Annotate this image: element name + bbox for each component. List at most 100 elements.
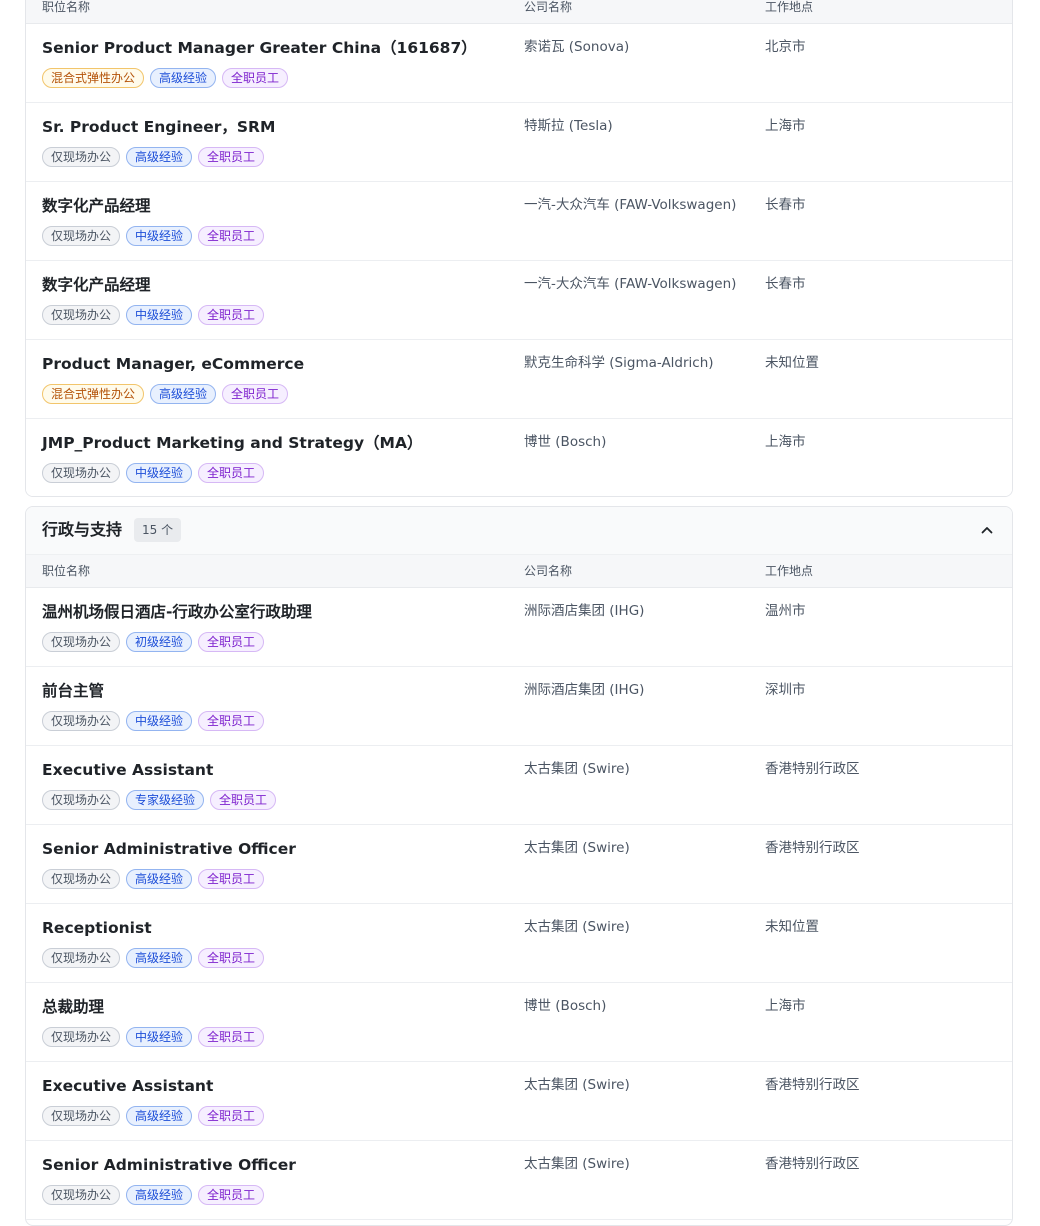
column-company-header: 公司名称 (524, 564, 573, 578)
job-title[interactable]: JMP_Product Marketing and Strategy（MA） (42, 433, 422, 453)
job-row[interactable]: Sr. Product Engineer，SRM 仅现场办公 高级经验 全职员工… (26, 103, 1012, 182)
experience-tag: 高级经验 (126, 147, 193, 167)
job-title[interactable]: 总裁助理 (42, 997, 104, 1017)
work-mode-tag: 仅现场办公 (42, 226, 121, 246)
experience-tag: 高级经验 (126, 1185, 193, 1205)
job-location: 香港特别行政区 (765, 1156, 860, 1172)
job-group-card-admin: 行政与支持 15 个 职位名称 公司名称 工作地点 温州机场假日酒店-行政办公室… (25, 506, 1013, 1226)
job-title[interactable]: Executive Assistant (42, 760, 213, 780)
job-location: 未知位置 (765, 919, 819, 935)
work-mode-tag: 仅现场办公 (42, 632, 121, 652)
employment-type-tag: 全职员工 (198, 1027, 265, 1047)
job-row[interactable]: Executive Assistant 仅现场办公 专家级经验 全职员工 太古集… (26, 746, 1012, 825)
collapse-button[interactable] (978, 521, 996, 539)
column-location-header: 工作地点 (765, 564, 814, 578)
company-name: 洲际酒店集团 (IHG) (524, 603, 645, 619)
employment-type-tag: 全职员工 (198, 1106, 265, 1126)
job-tags: 仅现场办公 高级经验 全职员工 (42, 869, 265, 889)
company-name: 索诺瓦 (Sonova) (524, 39, 630, 55)
company-name: 太古集团 (Swire) (524, 761, 630, 777)
company-name: 太古集团 (Swire) (524, 1156, 630, 1172)
job-location: 长春市 (765, 276, 806, 292)
employment-type-tag: 全职员工 (198, 1185, 265, 1205)
work-mode-tag: 仅现场办公 (42, 463, 121, 483)
job-tags: 仅现场办公 初级经验 全职员工 (42, 632, 265, 652)
job-title[interactable]: 数字化产品经理 (42, 196, 151, 216)
company-name: 特斯拉 (Tesla) (524, 118, 613, 134)
job-location: 长春市 (765, 197, 806, 213)
employment-type-tag: 全职员工 (198, 226, 265, 246)
job-title[interactable]: Senior Administrative Officer (42, 839, 296, 859)
job-title[interactable]: Receptionist (42, 918, 152, 938)
job-group-card-product: 职位名称 公司名称 工作地点 Senior Product Manager Gr… (25, 0, 1013, 497)
job-location: 上海市 (765, 998, 806, 1014)
work-mode-tag: 仅现场办公 (42, 1185, 121, 1205)
column-title-header: 职位名称 (42, 0, 91, 14)
job-row[interactable]: 数字化产品经理 仅现场办公 中级经验 全职员工 一汽-大众汽车 (FAW-Vol… (26, 261, 1012, 340)
work-mode-tag: 仅现场办公 (42, 790, 121, 810)
job-tags: 仅现场办公 中级经验 全职员工 (42, 305, 265, 325)
job-tags: 仅现场办公 专家级经验 全职员工 (42, 790, 277, 810)
job-tags: 仅现场办公 高级经验 全职员工 (42, 948, 265, 968)
job-title[interactable]: 温州机场假日酒店-行政办公室行政助理 (42, 602, 312, 622)
employment-type-tag: 全职员工 (222, 68, 289, 88)
job-row[interactable]: 总裁助理 仅现场办公 中级经验 全职员工 博世 (Bosch) 上海市 (26, 983, 1012, 1062)
job-tags: 仅现场办公 高级经验 全职员工 (42, 1106, 265, 1126)
company-name: 洲际酒店集团 (IHG) (524, 682, 645, 698)
experience-tag: 中级经验 (126, 463, 193, 483)
work-mode-tag: 仅现场办公 (42, 1027, 121, 1047)
column-header: 职位名称 公司名称 工作地点 (26, 0, 1012, 24)
job-row[interactable]: Receptionist 仅现场办公 高级经验 全职员工 太古集团 (Swire… (26, 904, 1012, 983)
job-location: 深圳市 (765, 682, 806, 698)
job-location: 香港特别行政区 (765, 840, 860, 856)
job-list: Senior Product Manager Greater China（161… (26, 24, 1012, 496)
experience-tag: 中级经验 (126, 1027, 193, 1047)
job-row[interactable]: Product Manager, eCommerce 混合式弹性办公 高级经验 … (26, 340, 1012, 419)
employment-type-tag: 全职员工 (222, 384, 289, 404)
job-title[interactable]: Senior Administrative Officer (42, 1155, 296, 1175)
employment-type-tag: 全职员工 (198, 147, 265, 167)
job-title[interactable]: Senior Product Manager Greater China（161… (42, 38, 477, 58)
job-row[interactable]: 温州机场假日酒店-行政办公室行政助理 仅现场办公 初级经验 全职员工 洲际酒店集… (26, 588, 1012, 667)
experience-tag: 中级经验 (126, 226, 193, 246)
employment-type-tag: 全职员工 (198, 711, 265, 731)
job-row[interactable]: JMP_Product Marketing and Strategy（MA） 仅… (26, 419, 1012, 496)
job-title[interactable]: 数字化产品经理 (42, 275, 151, 295)
column-location-header: 工作地点 (765, 0, 814, 14)
experience-tag: 高级经验 (150, 384, 217, 404)
experience-tag: 高级经验 (126, 948, 193, 968)
job-row[interactable]: Senior Administrative Officer 仅现场办公 高级经验… (26, 825, 1012, 904)
column-company-header: 公司名称 (524, 0, 573, 14)
job-location: 北京市 (765, 39, 806, 55)
company-name: 太古集团 (Swire) (524, 840, 630, 856)
job-title[interactable]: Executive Assistant (42, 1076, 213, 1096)
work-mode-tag: 仅现场办公 (42, 869, 121, 889)
experience-tag: 中级经验 (126, 711, 193, 731)
job-location: 香港特别行政区 (765, 761, 860, 777)
company-name: 默克生命科学 (Sigma-Aldrich) (524, 355, 714, 371)
job-location: 香港特别行政区 (765, 1077, 860, 1093)
group-header[interactable]: 行政与支持 15 个 (26, 507, 1012, 555)
job-tags: 混合式弹性办公 高级经验 全职员工 (42, 68, 289, 88)
job-location: 未知位置 (765, 355, 819, 371)
job-title[interactable]: 前台主管 (42, 681, 104, 701)
job-row[interactable]: 数字化产品经理 仅现场办公 中级经验 全职员工 一汽-大众汽车 (FAW-Vol… (26, 182, 1012, 261)
work-mode-tag: 仅现场办公 (42, 305, 121, 325)
job-location: 上海市 (765, 118, 806, 134)
column-title-header: 职位名称 (42, 564, 91, 578)
experience-tag: 高级经验 (126, 869, 193, 889)
job-row[interactable]: Senior Administrative Officer 仅现场办公 高级经验… (26, 1141, 1012, 1220)
job-row[interactable]: 前台主管 仅现场办公 中级经验 全职员工 洲际酒店集团 (IHG) 深圳市 (26, 667, 1012, 746)
job-row[interactable]: Executive Assistant 仅现场办公 高级经验 全职员工 太古集团… (26, 1062, 1012, 1141)
job-title[interactable]: Sr. Product Engineer，SRM (42, 117, 275, 137)
job-list: 温州机场假日酒店-行政办公室行政助理 仅现场办公 初级经验 全职员工 洲际酒店集… (26, 588, 1012, 1220)
job-location: 温州市 (765, 603, 806, 619)
job-title[interactable]: Product Manager, eCommerce (42, 354, 304, 374)
job-tags: 仅现场办公 高级经验 全职员工 (42, 1185, 265, 1205)
job-row[interactable]: Senior Product Manager Greater China（161… (26, 24, 1012, 103)
job-tags: 仅现场办公 中级经验 全职员工 (42, 463, 265, 483)
job-tags: 仅现场办公 中级经验 全职员工 (42, 711, 265, 731)
experience-tag: 高级经验 (150, 68, 217, 88)
job-location: 上海市 (765, 434, 806, 450)
employment-type-tag: 全职员工 (198, 869, 265, 889)
